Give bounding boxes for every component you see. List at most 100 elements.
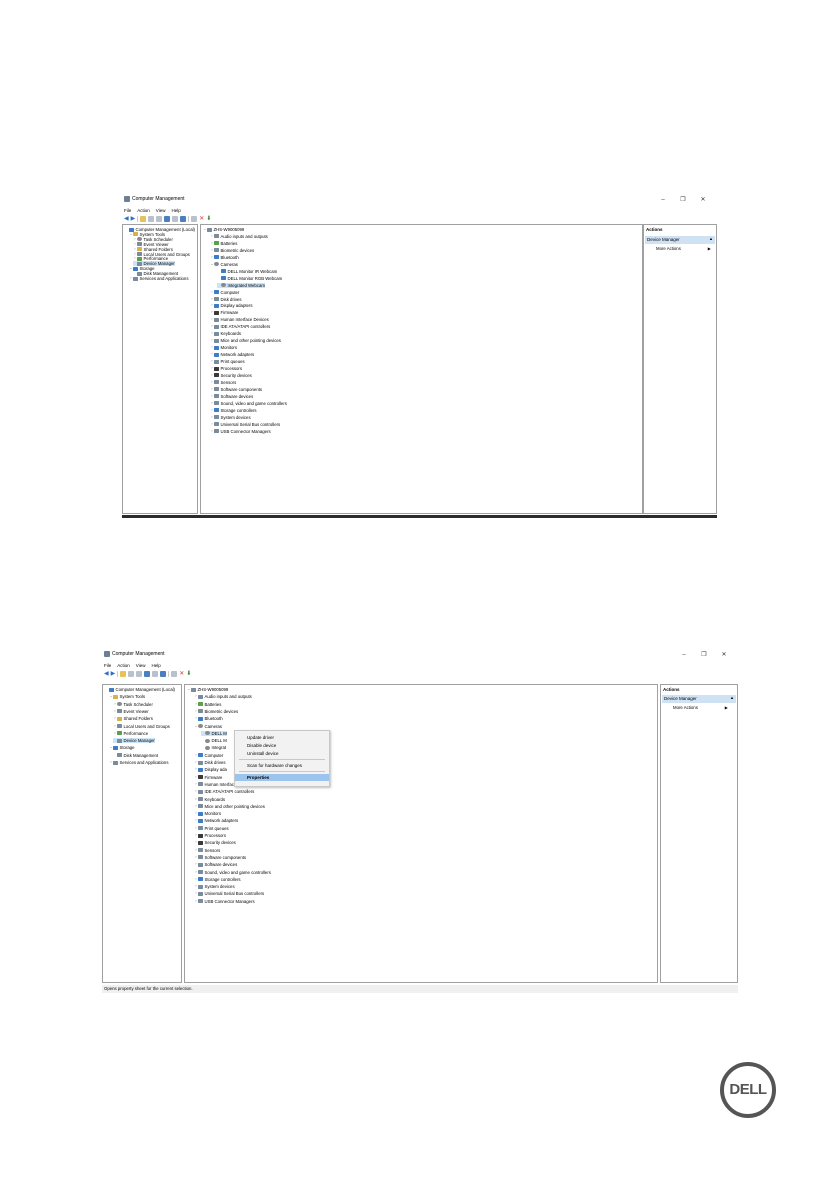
- menu-view[interactable]: View: [156, 207, 166, 214]
- tree-item-sensors[interactable]: › Sensors: [194, 848, 220, 853]
- tree-item-security-devices[interactable]: › Security devices: [210, 373, 251, 378]
- tree-item-zhs-w9005099[interactable]: ⌄ ZHS-W9005099: [203, 227, 245, 232]
- tree-item-biometric-devices[interactable]: › Biometric devices: [210, 248, 254, 253]
- menu-action[interactable]: Action: [117, 662, 130, 669]
- tree-item-bluetooth[interactable]: › Bluetooth: [210, 255, 238, 260]
- tree-item-software-components[interactable]: › Software components: [210, 387, 262, 392]
- tree-item-network-adapters[interactable]: › Network adapters: [194, 818, 238, 823]
- tree-item-processors[interactable]: › Processors: [194, 833, 226, 838]
- show-hide-tree-icon[interactable]: [148, 215, 155, 222]
- tree-item-sound-video-and-game-controllers[interactable]: › Sound, video and game controllers: [210, 401, 287, 406]
- menu-help[interactable]: Help: [171, 207, 180, 214]
- up-folder-icon[interactable]: [120, 670, 127, 677]
- tree-item-firmware[interactable]: › Firmware: [194, 775, 222, 780]
- minimize-button[interactable]: –: [653, 195, 673, 205]
- tree-item-biometric-devices[interactable]: › Biometric devices: [194, 709, 238, 714]
- tree-item-ide-ata-atapi-controllers[interactable]: › IDE ATA/ATAPI controllers: [194, 789, 254, 794]
- tree-item-event-viewer[interactable]: › Event Viewer: [113, 709, 148, 714]
- tree-item-dell-m[interactable]: DELL M: [201, 738, 227, 743]
- tree-item-system-tools[interactable]: ⌄ System Tools: [109, 694, 145, 699]
- tree-item-display-ada[interactable]: › Display ada: [194, 767, 227, 772]
- tree-item-batteries[interactable]: › Batteries: [210, 241, 237, 246]
- tree-item-storage[interactable]: ⌄ Storage: [109, 745, 135, 750]
- tree-item-processors[interactable]: › Processors: [210, 366, 242, 371]
- tree-item-usb-connector-managers[interactable]: › USB Connector Managers: [194, 899, 254, 904]
- uninstall-device-menu-item[interactable]: Uninstall device: [235, 750, 329, 757]
- tree-item-keyboards[interactable]: › Keyboards: [194, 797, 225, 802]
- tree-item-monitors[interactable]: › Monitors: [210, 345, 237, 350]
- tree-item-dell-monitor-ir-webcam[interactable]: DELL Monitor IR Webcam: [217, 269, 277, 274]
- tree-item-services-and-applications[interactable]: › Services and Applications: [109, 760, 168, 765]
- actions-device-manager-section[interactable]: Device Manager ▲: [662, 695, 736, 703]
- navigation-tree-pane[interactable]: Computer Management (Local) ⌄ System Tools…: [122, 224, 198, 514]
- navigation-tree-pane[interactable]: Computer Management (Local) ⌄ System Tools…: [102, 684, 182, 983]
- show-hide-tree-icon[interactable]: [128, 670, 135, 677]
- forward-arrow-icon[interactable]: ▶: [131, 216, 136, 222]
- scan-hardware-menu-item[interactable]: Scan for hardware changes: [235, 762, 329, 769]
- tree-item-system-devices[interactable]: › System devices: [210, 415, 250, 420]
- tree-item-storage-controllers[interactable]: › Storage controllers: [194, 877, 240, 882]
- tree-item-print-queues[interactable]: › Print queues: [194, 826, 228, 831]
- tree-item-display-adapters[interactable]: › Display adapters: [210, 303, 252, 308]
- show-hidden-icon[interactable]: [172, 215, 179, 222]
- close-button[interactable]: ✕: [693, 195, 713, 205]
- tree-item-software-devices[interactable]: › Software devices: [194, 862, 237, 867]
- back-arrow-icon[interactable]: ◀: [104, 671, 109, 677]
- tree-item-system-devices[interactable]: › System devices: [194, 884, 234, 889]
- tree-item-sound-video-and-game-controllers[interactable]: › Sound, video and game controllers: [194, 870, 271, 875]
- actions-device-manager-section[interactable]: Device Manager ▲: [645, 236, 715, 244]
- menu-help[interactable]: Help: [151, 662, 160, 669]
- device-list-pane[interactable]: ⌄ ZHS-W9005099 › Audio inputs and outputs › B…: [184, 684, 658, 983]
- tree-item-universal-serial-bus-controllers[interactable]: › Universal Serial Bus controllers: [194, 891, 264, 896]
- scan-hardware-icon[interactable]: ⬇: [186, 671, 191, 677]
- help-icon[interactable]: [144, 670, 151, 677]
- collapse-up-icon[interactable]: ▲: [709, 237, 713, 241]
- more-actions-link[interactable]: More Actions ▶: [656, 246, 711, 251]
- tree-item-device-manager[interactable]: Device Manager: [113, 738, 155, 744]
- tree-item-print-queues[interactable]: › Print queues: [210, 359, 244, 364]
- help-icon[interactable]: [164, 215, 171, 222]
- tree-item-zhs-w9005099[interactable]: ⌄ ZHS-W9005099: [187, 687, 229, 692]
- forward-arrow-icon[interactable]: ▶: [111, 671, 116, 677]
- tree-item-cameras[interactable]: ⌄ Cameras: [210, 262, 238, 267]
- tree-item-universal-serial-bus-controllers[interactable]: › Universal Serial Bus controllers: [210, 422, 280, 427]
- tree-item-computer[interactable]: › Computer: [194, 753, 223, 758]
- tree-item-mice-and-other-pointing-devices[interactable]: › Mice and other pointing devices: [194, 804, 265, 809]
- tree-item-local-users-and-groups[interactable]: › Local Users and Groups: [113, 724, 169, 729]
- tree-item-software-components[interactable]: › Software components: [194, 855, 246, 860]
- uninstall-icon[interactable]: ✕: [179, 671, 184, 677]
- back-arrow-icon[interactable]: ◀: [124, 216, 129, 222]
- tree-item-security-devices[interactable]: › Security devices: [194, 840, 235, 845]
- properties-menu-item[interactable]: Properties: [235, 774, 329, 781]
- monitor-icon[interactable]: [180, 215, 187, 222]
- close-button[interactable]: ✕: [714, 650, 734, 660]
- tree-item-dell-monitor-rgb-webcam[interactable]: DELL Monitor RGB Webcam: [217, 276, 282, 281]
- tree-item-network-adapters[interactable]: › Network adapters: [210, 352, 254, 357]
- tree-item-human-interface-devices[interactable]: › Human Interface Devices: [210, 317, 268, 322]
- tree-item-firmware[interactable]: › Firmware: [210, 310, 238, 315]
- tree-item-sensors[interactable]: › Sensors: [210, 380, 236, 385]
- tree-item-audio-inputs-and-outputs[interactable]: › Audio inputs and outputs: [210, 234, 267, 239]
- menu-file[interactable]: File: [104, 662, 111, 669]
- tree-item-cameras[interactable]: ⌄ Cameras: [194, 724, 222, 729]
- uninstall-icon[interactable]: ✕: [199, 216, 204, 222]
- properties-icon[interactable]: [136, 670, 143, 677]
- show-hidden-icon[interactable]: [152, 670, 159, 677]
- tree-item-keyboards[interactable]: › Keyboards: [210, 331, 241, 336]
- menu-view[interactable]: View: [136, 662, 146, 669]
- tree-item-computer-management-local[interactable]: Computer Management (Local): [105, 687, 175, 692]
- update-driver-icon[interactable]: [191, 215, 198, 222]
- up-folder-icon[interactable]: [140, 215, 147, 222]
- tree-item-monitors[interactable]: › Monitors: [194, 811, 221, 816]
- tree-item-integrat[interactable]: Integrat: [201, 745, 226, 750]
- update-driver-menu-item[interactable]: Update driver: [235, 734, 329, 741]
- tree-item-disk-drives[interactable]: › Disk drives: [210, 297, 241, 302]
- tree-item-mice-and-other-pointing-devices[interactable]: › Mice and other pointing devices: [210, 338, 281, 343]
- tree-item-integrated-webcam[interactable]: Integrated Webcam: [217, 282, 265, 288]
- restore-button[interactable]: ❐: [673, 195, 693, 205]
- tree-item-disk-drives[interactable]: › Disk drives: [194, 760, 225, 765]
- menu-file[interactable]: File: [124, 207, 131, 214]
- more-actions-link[interactable]: More Actions ▶: [673, 705, 728, 710]
- menu-action[interactable]: Action: [137, 207, 150, 214]
- tree-item-batteries[interactable]: › Batteries: [194, 702, 221, 707]
